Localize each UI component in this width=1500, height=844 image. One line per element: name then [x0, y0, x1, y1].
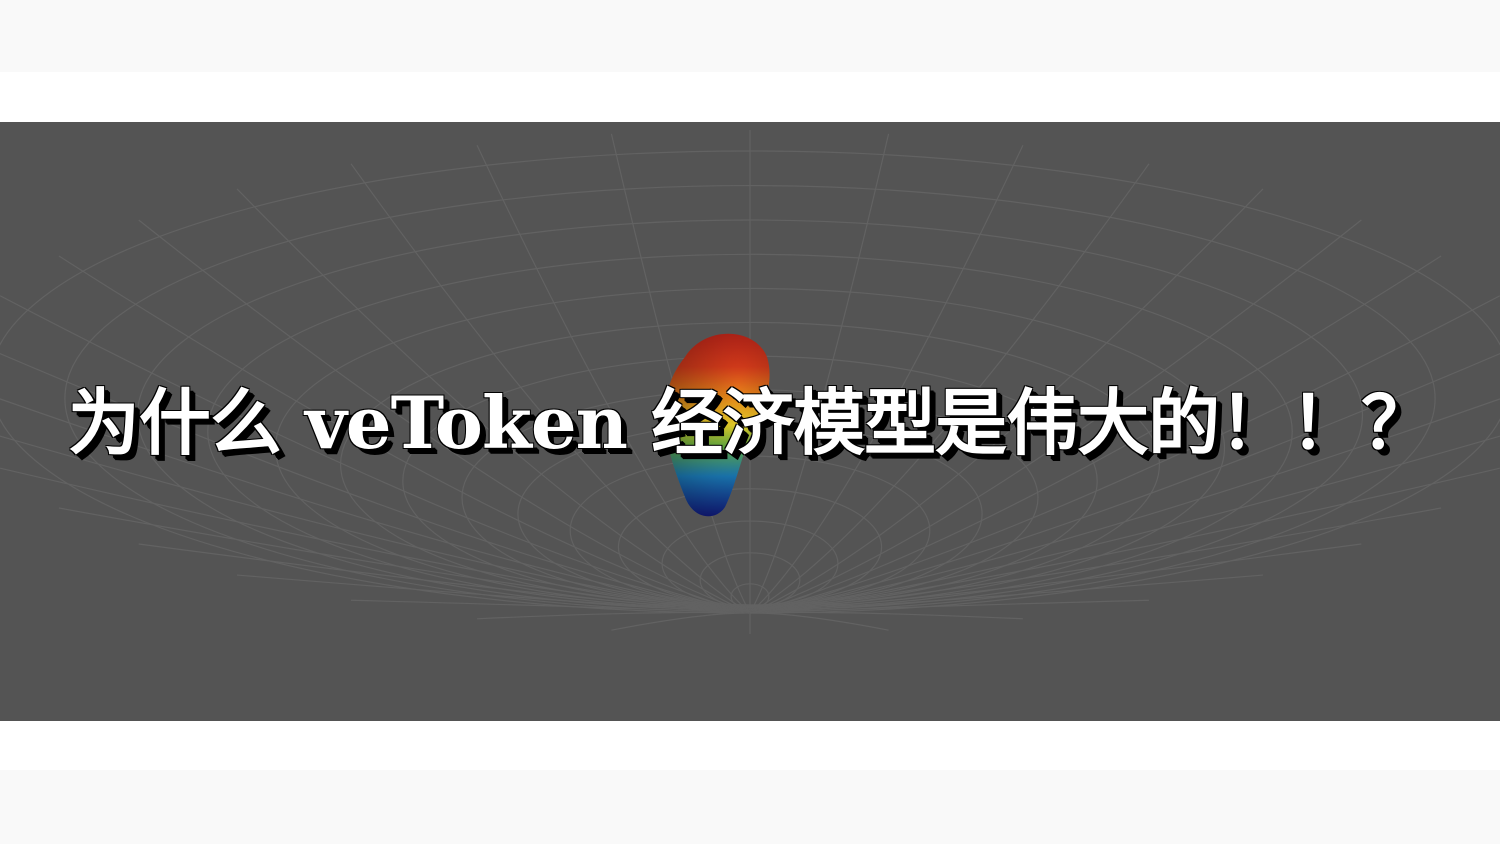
grid-radial-line [749, 612, 889, 631]
page-title: 为什么 veToken 经济模型是伟大的！！？ [67, 380, 1433, 465]
grid-radial-line [611, 612, 751, 631]
grid-radial-line [749, 507, 1442, 614]
grid-radial-line [58, 507, 751, 614]
title-banner: 为什么 veToken 经济模型是伟大的！！？ [0, 122, 1500, 721]
cover-slide: 为什么 veToken 经济模型是伟大的！！？ [0, 0, 1500, 844]
